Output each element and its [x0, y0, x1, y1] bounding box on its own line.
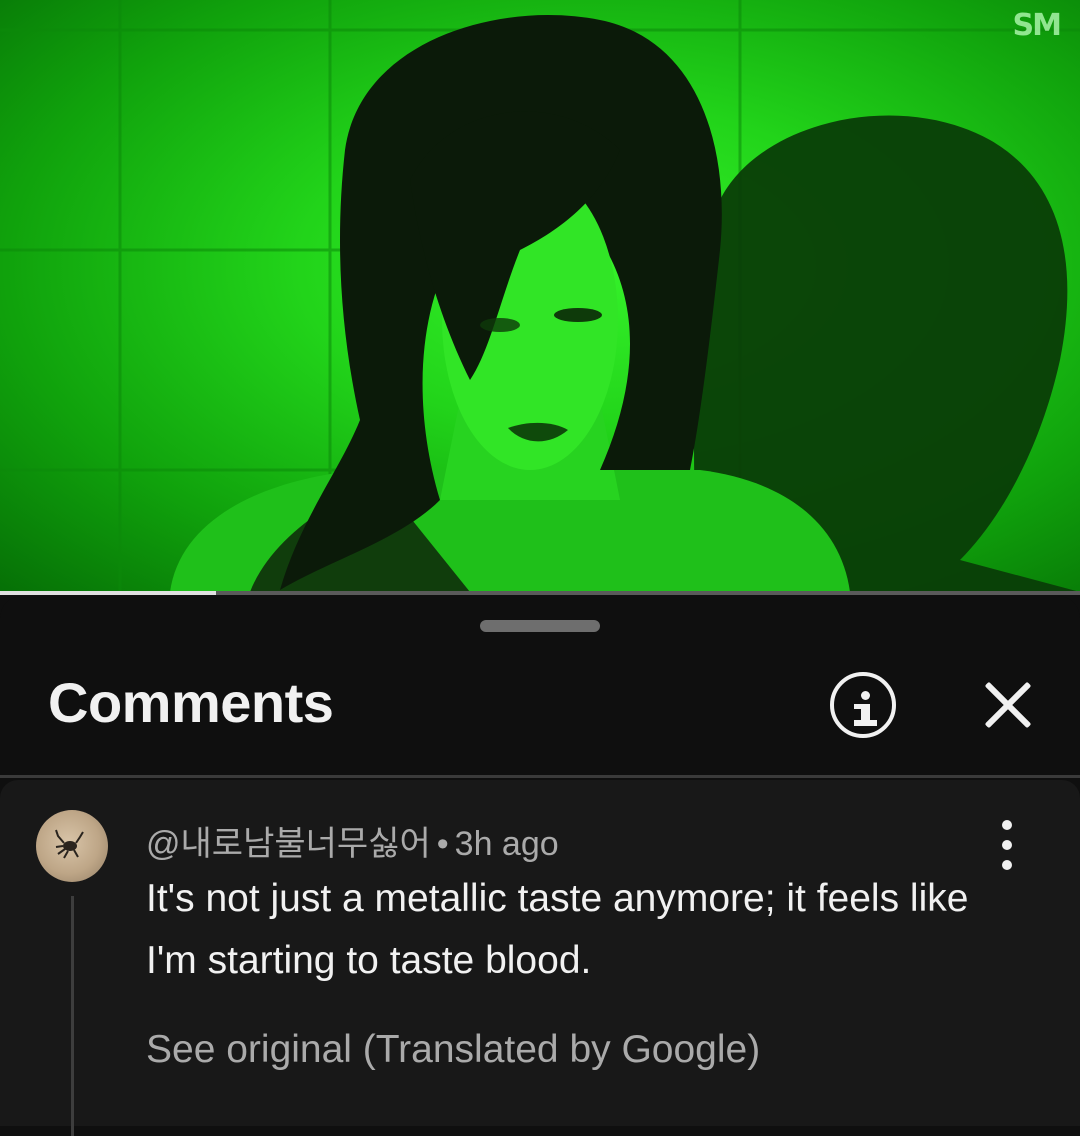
video-frame [0, 0, 1080, 592]
avatar-crab-icon [55, 829, 84, 859]
comment-time: 3h ago [454, 825, 559, 863]
close-icon[interactable] [980, 678, 1036, 734]
video-player[interactable]: SM [0, 0, 1080, 592]
video-progress-fill [0, 591, 216, 595]
comments-title: Comments [48, 671, 334, 734]
info-icon[interactable] [830, 672, 896, 738]
see-original-link[interactable]: See original (Translated by Google) [146, 1028, 760, 1072]
header-divider [0, 775, 1080, 778]
avatar[interactable] [36, 810, 108, 882]
comment-text: It's not just a metallic taste anymore; … [146, 877, 969, 982]
drag-handle[interactable] [480, 620, 600, 632]
comment-meta: @내로남불너무싫어 • 3h ago [146, 816, 559, 865]
comment-item: @내로남불너무싫어 • 3h ago It's not just a metalli… [0, 780, 1080, 1136]
comments-sheet: Comments @내로남불너무싫어 • 3h ago It's not jus… [0, 596, 1080, 1136]
more-vertical-icon[interactable] [990, 820, 1026, 870]
video-progress-bar[interactable] [0, 591, 1080, 595]
thread-line [71, 896, 74, 1136]
comment-author[interactable]: @내로남불너무싫어 [146, 825, 431, 863]
meta-separator: • [436, 825, 449, 863]
channel-watermark: SM [1012, 8, 1062, 43]
